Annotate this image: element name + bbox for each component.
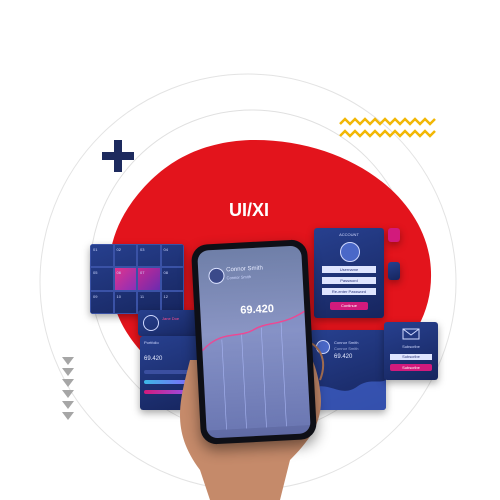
phone-screen: Connor Smith Connor Smith 69.420	[197, 245, 311, 439]
password-field[interactable]: Password	[322, 277, 376, 284]
grid-cell: 09	[90, 290, 114, 314]
grid-cell: 03	[137, 244, 161, 268]
grid-cell: 08	[160, 267, 184, 291]
mail-icon	[402, 328, 420, 340]
subscribe-button[interactable]: Subscribe	[390, 364, 432, 371]
user-icon	[208, 267, 225, 285]
grid-cell: 10	[113, 290, 137, 314]
triangle-down-icon	[62, 357, 74, 420]
subscribe-panel: Subscribe Subscribe Subscribe	[384, 322, 438, 380]
zigzag-icon	[339, 117, 436, 138]
phone-chart	[201, 310, 311, 431]
continue-button[interactable]: Continue	[330, 302, 368, 310]
grid-cell: 02	[113, 244, 137, 268]
smartphone: Connor Smith Connor Smith 69.420	[190, 239, 318, 445]
hero-illustration: UI/XI 01 02 03 04 05 06 07 08 09 10 11 1…	[0, 0, 500, 500]
grid-cell: 04	[160, 244, 184, 268]
subscribe-title: Subscribe	[402, 344, 420, 349]
account-title: ACCOUNT	[339, 232, 359, 237]
phone-user-name: Connor Smith	[226, 265, 264, 274]
account-panel: ACCOUNT Username Password Re-enter Passw…	[314, 228, 384, 318]
menu-icon[interactable]	[388, 228, 400, 242]
grid-cell-highlight: 07	[137, 267, 161, 291]
plus-icon	[102, 140, 134, 172]
share-icon[interactable]	[388, 262, 400, 280]
username-field[interactable]: Username	[322, 266, 376, 273]
phone-user-sub: Connor Smith	[226, 274, 252, 281]
grid-panel: 01 02 03 04 05 06 07 08 09 10 11 12	[90, 244, 184, 314]
grid-cell: 05	[90, 267, 114, 291]
grid-cell-highlight: 06	[113, 267, 137, 291]
grid-cell: 01	[90, 244, 114, 268]
reenter-password-field[interactable]: Re-enter Password	[322, 288, 376, 295]
subscribe-field[interactable]: Subscribe	[390, 354, 432, 360]
hero-title: UI/XI	[228, 200, 269, 220]
user-icon	[340, 242, 360, 262]
